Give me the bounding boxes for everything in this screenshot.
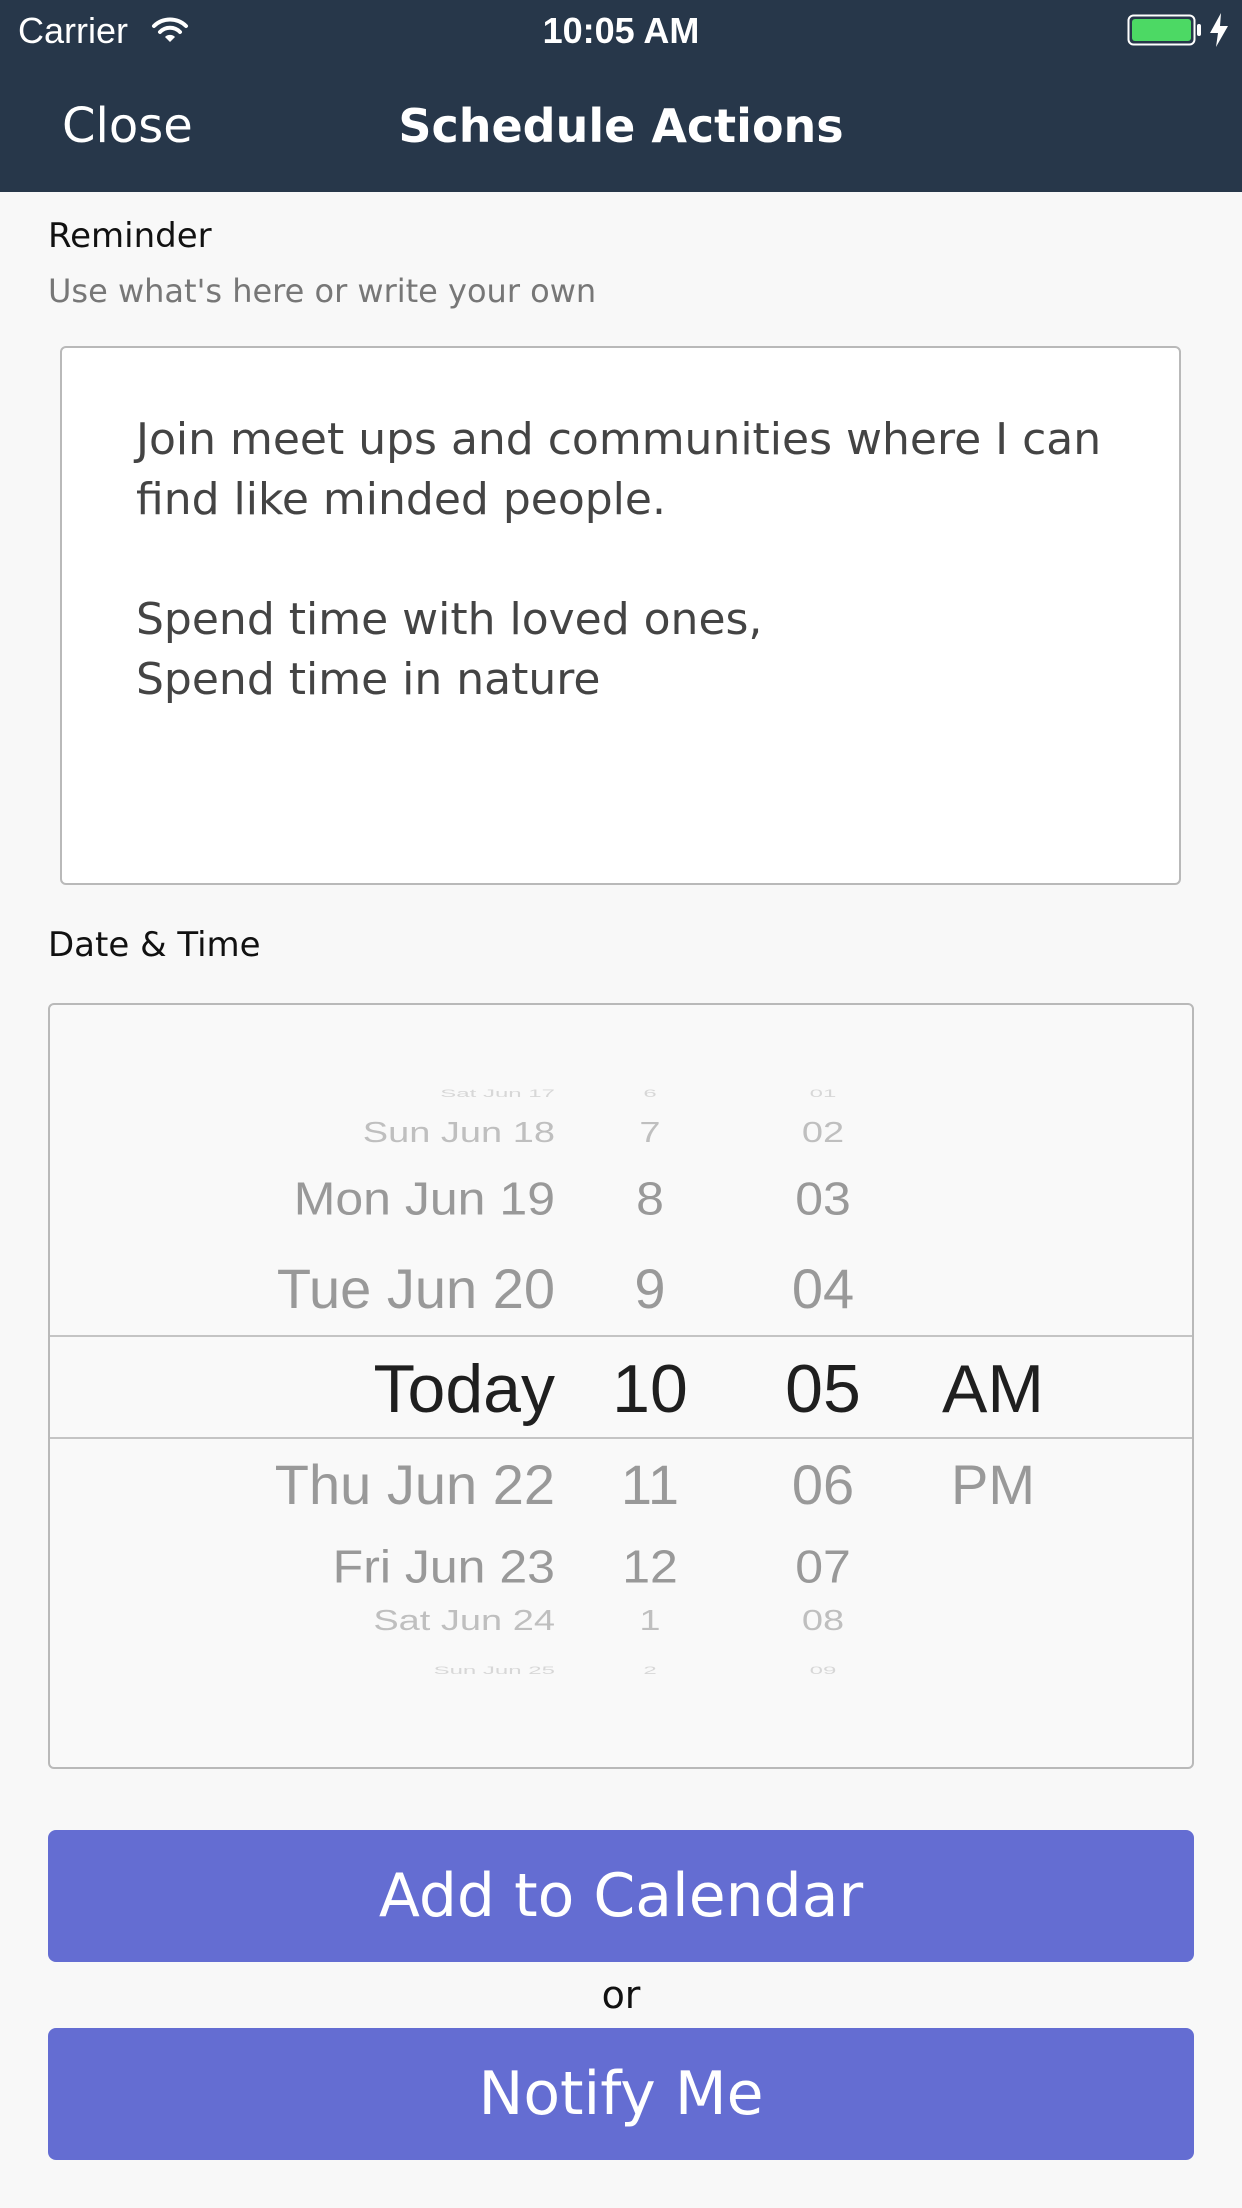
picker-hour-option[interactable]: 9 xyxy=(550,1253,750,1326)
top-bar: Carrier 10:05 AM Close Schedule Actions xyxy=(0,0,1242,192)
picker-hour-option[interactable]: 8 xyxy=(550,1170,750,1230)
status-time: 10:05 AM xyxy=(542,10,700,51)
picker-date-option[interactable]: Mon Jun 19 xyxy=(294,1170,555,1230)
picker-minute-option[interactable]: 08 xyxy=(723,1603,923,1640)
picker-minute-option[interactable]: 02 xyxy=(723,1115,923,1152)
picker-ampm-option[interactable]: AM xyxy=(893,1345,1093,1433)
picker-date-option[interactable]: Sat Jun 24 xyxy=(373,1603,555,1640)
picker-ampm-option[interactable]: PM xyxy=(893,1449,1093,1522)
picker-date-option[interactable]: Today xyxy=(374,1345,555,1433)
reminder-text-area[interactable]: Join meet ups and communities where I ca… xyxy=(60,346,1181,885)
reminder-hint: Use what's here or write your own xyxy=(48,272,597,310)
picker-minute-option[interactable]: 03 xyxy=(723,1170,923,1230)
add-to-calendar-button[interactable]: Add to Calendar xyxy=(48,1830,1194,1962)
picker-hour-option[interactable]: 1 xyxy=(550,1603,750,1640)
charging-bolt-icon xyxy=(1210,13,1228,47)
picker-hour-option[interactable]: 2 xyxy=(550,1664,750,1678)
picker-hour-option[interactable]: 11 xyxy=(550,1449,750,1522)
picker-minute-option[interactable]: 01 xyxy=(723,1087,923,1101)
picker-hour-option[interactable]: 7 xyxy=(550,1115,750,1152)
picker-date-option[interactable]: Tue Jun 20 xyxy=(277,1253,555,1326)
picker-date-option[interactable]: Sat Jun 17 xyxy=(440,1087,555,1101)
reminder-label: Reminder xyxy=(48,216,212,256)
schedule-actions-screen: Carrier 10:05 AM Close Schedule Actions … xyxy=(0,0,1242,2208)
picker-date-option[interactable]: Fri Jun 23 xyxy=(333,1538,555,1598)
picker-hour-option[interactable]: 6 xyxy=(550,1087,750,1101)
picker-hour-option[interactable]: 12 xyxy=(550,1538,750,1598)
picker-hour-option[interactable]: 10 xyxy=(550,1345,750,1433)
picker-minute-option[interactable]: 09 xyxy=(723,1664,923,1678)
picker-date-option[interactable]: Sun Jun 18 xyxy=(363,1115,555,1152)
picker-date-option[interactable]: Sun Jun 25 xyxy=(434,1664,555,1678)
notify-me-button[interactable]: Notify Me xyxy=(48,2028,1194,2160)
or-separator: or xyxy=(601,1973,641,2017)
datetime-label: Date & Time xyxy=(48,925,261,965)
picker-minute-option[interactable]: 07 xyxy=(723,1538,923,1598)
date-time-picker[interactable]: Sat Jun 17 Sun Jun 18 Mon Jun 19 Tue Jun 20… xyxy=(48,1003,1194,1769)
reminder-text: Join meet ups and communities where I ca… xyxy=(136,414,1102,705)
picker-minute-option[interactable]: 04 xyxy=(723,1253,923,1326)
page-title: Schedule Actions xyxy=(398,99,844,153)
picker-date-option[interactable]: Thu Jun 22 xyxy=(275,1449,555,1522)
battery-icon xyxy=(1127,14,1201,46)
